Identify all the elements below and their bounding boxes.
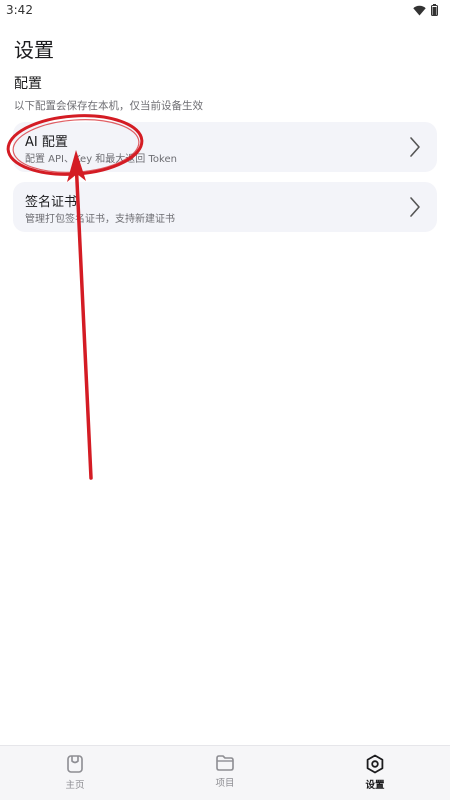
annotation-overlay [6, 114, 144, 480]
bottom-navigation: 主页 项目 设置 [0, 745, 450, 800]
signing-certificate-item[interactable]: 签名证书 管理打包签名证书，支持新建证书 [13, 182, 437, 232]
nav-home-label: 主页 [65, 780, 85, 791]
home-icon [67, 755, 83, 773]
settings-screen: 3:42 设置 配置 以下配置会保存在本机，仅当前设备生效 AI 配置 配置 A… [0, 0, 450, 800]
status-icons [413, 4, 438, 16]
status-bar: 3:42 [0, 0, 450, 22]
folder-icon [216, 755, 234, 771]
battery-icon [431, 4, 438, 16]
section-description: 以下配置会保存在本机，仅当前设备生效 [14, 100, 203, 112]
wifi-icon [413, 5, 426, 15]
ai-config-item[interactable]: AI 配置 配置 API、Key 和最大返回 Token [13, 122, 437, 172]
signing-certificate-subtitle: 管理打包签名证书，支持新建证书 [25, 214, 175, 225]
nav-settings-label: 设置 [365, 780, 385, 791]
page-title: 设置 [14, 38, 54, 62]
settings-icon [366, 754, 384, 774]
nav-projects[interactable]: 项目 [185, 754, 265, 789]
ai-config-title: AI 配置 [25, 135, 68, 150]
nav-settings[interactable]: 设置 [335, 754, 415, 791]
status-time: 3:42 [6, 3, 33, 17]
nav-projects-label: 项目 [215, 778, 235, 789]
section-title: 配置 [14, 76, 42, 92]
nav-home[interactable]: 主页 [35, 754, 115, 791]
ai-config-subtitle: 配置 API、Key 和最大返回 Token [25, 154, 177, 165]
chevron-right-icon [410, 137, 420, 157]
signing-certificate-title: 签名证书 [25, 195, 78, 210]
chevron-right-icon [410, 197, 420, 217]
